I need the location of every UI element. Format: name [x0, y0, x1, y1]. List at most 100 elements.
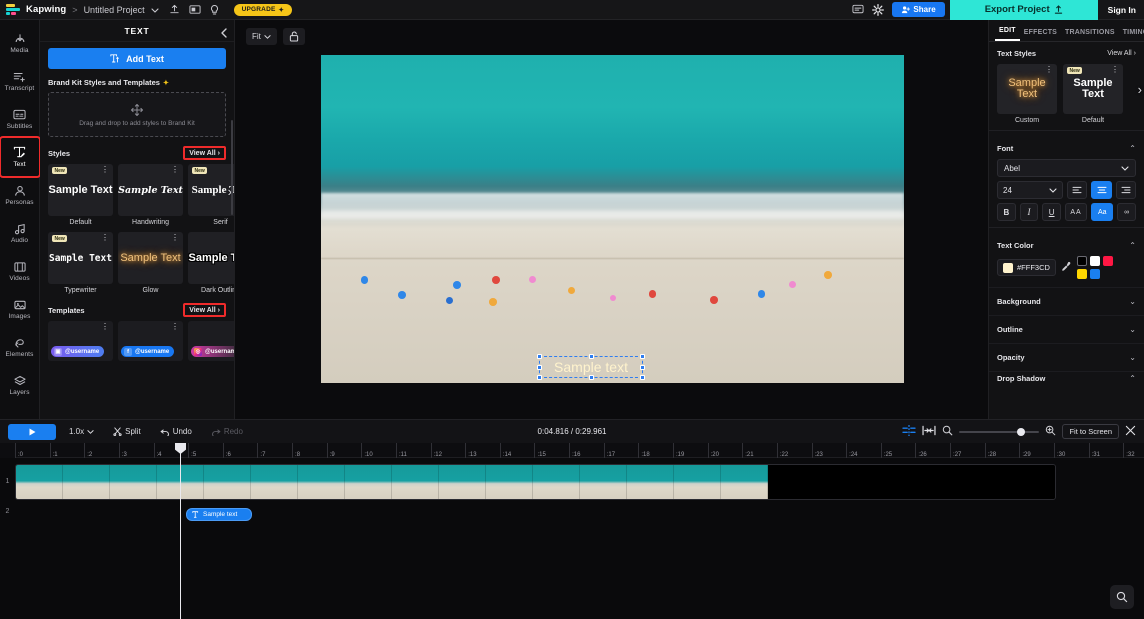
share-button[interactable]: Share — [892, 2, 945, 17]
sidebar-item-text[interactable]: Text — [0, 136, 41, 178]
resize-handle-top-left[interactable] — [537, 354, 542, 359]
style-thumbnail[interactable]: New ⋮ Sample Text — [48, 164, 113, 216]
brand-name[interactable]: Kapwing — [26, 4, 66, 15]
canvas-text-element[interactable]: Sample text — [537, 354, 645, 380]
sidebar-item-personas[interactable]: Personas — [1, 176, 39, 214]
style-thumbnail[interactable]: Sample Text — [188, 232, 234, 284]
zoom-slider-knob[interactable] — [1017, 427, 1026, 436]
upgrade-button[interactable]: UPGRADE ✦ — [233, 3, 293, 16]
text-styles-next-arrow-icon[interactable]: › — [1138, 82, 1142, 97]
chevron-down-icon[interactable]: ⌄ — [1129, 353, 1136, 362]
line-height-icon[interactable]: ∞ — [1117, 203, 1136, 221]
resize-handle-bottom-center[interactable] — [588, 375, 594, 380]
resize-handle-top-right[interactable] — [640, 354, 645, 359]
lightbulb-icon[interactable] — [205, 0, 225, 20]
kebab-menu-icon[interactable]: ⋮ — [171, 234, 179, 242]
chevron-up-icon[interactable]: ⌃ — [1129, 241, 1136, 250]
playback-speed-dropdown[interactable]: 1.0x — [63, 424, 100, 440]
undo-button[interactable]: Undo — [154, 424, 198, 440]
style-card[interactable]: ⋮ Sample Text Handwriting — [118, 164, 183, 226]
template-card[interactable]: ⋮ ▣ @username — [48, 321, 113, 361]
text-styles-view-all-button[interactable]: View All › — [1107, 50, 1136, 57]
styles-view-all-button[interactable]: View All › — [183, 146, 226, 160]
sign-in-link[interactable]: Sign In — [1108, 5, 1136, 15]
template-thumbnail[interactable]: ⋮ f @username — [118, 321, 183, 361]
presentation-icon[interactable] — [185, 0, 205, 20]
text-case-icon[interactable]: Aa — [1091, 203, 1114, 221]
style-thumbnail[interactable]: ⋮ Sample Text — [118, 232, 183, 284]
text-style-card[interactable]: ⋮ Sample Text Custom — [997, 64, 1057, 124]
style-card[interactable]: Sample Text Dark Outline — [188, 232, 234, 294]
style-card[interactable]: New ⋮ Sample Text Typewriter — [48, 232, 113, 294]
sidebar-item-audio[interactable]: Audio — [1, 214, 39, 252]
upload-icon[interactable] — [165, 0, 185, 20]
zoom-fit-dropdown[interactable]: Fit — [246, 28, 277, 45]
export-project-button[interactable]: Export Project — [949, 0, 1098, 20]
chevron-up-icon[interactable]: ⌃ — [1129, 144, 1136, 153]
kebab-menu-icon[interactable]: ⋮ — [1111, 66, 1119, 74]
align-center-icon[interactable] — [1091, 181, 1112, 199]
kebab-menu-icon[interactable]: ⋮ — [101, 323, 109, 331]
sidebar-item-transcript[interactable]: Transcript — [1, 62, 39, 100]
outline-section[interactable]: Outline ⌄ — [989, 315, 1144, 343]
align-left-icon[interactable] — [1067, 181, 1088, 199]
bold-icon[interactable]: B — [997, 203, 1016, 221]
sidebar-item-videos[interactable]: Videos — [1, 252, 39, 290]
swatch-yellow[interactable] — [1076, 269, 1087, 279]
kebab-menu-icon[interactable]: ⋮ — [171, 323, 179, 331]
comment-icon[interactable] — [848, 0, 868, 20]
style-thumbnail[interactable]: New ⋮ Sample Text — [48, 232, 113, 284]
templates-view-all-button[interactable]: View All › — [183, 303, 226, 317]
play-button[interactable] — [8, 423, 56, 440]
playhead[interactable] — [175, 443, 186, 619]
font-section-header[interactable]: Font ⌃ — [989, 137, 1144, 159]
video-clip[interactable] — [15, 464, 1056, 500]
opacity-section[interactable]: Opacity ⌄ — [989, 343, 1144, 371]
zoom-slider[interactable] — [959, 427, 1040, 436]
fit-clips-icon[interactable] — [922, 423, 937, 441]
kebab-menu-icon[interactable]: ⋮ — [171, 166, 179, 174]
background-section[interactable]: Background ⌄ — [989, 287, 1144, 315]
zoom-out-icon[interactable] — [942, 423, 953, 441]
tab-edit[interactable]: EDIT — [995, 27, 1020, 41]
tab-transitions[interactable]: TRANSITIONS — [1061, 29, 1119, 41]
zoom-in-icon[interactable] — [1045, 423, 1056, 441]
project-name[interactable]: Untitled Project — [84, 5, 145, 15]
kapwing-logo-icon[interactable] — [6, 4, 21, 15]
video-canvas[interactable]: Sample text — [321, 55, 904, 383]
resize-handle-left[interactable] — [537, 364, 542, 370]
chevron-down-icon[interactable]: ⌄ — [1129, 297, 1136, 306]
kebab-menu-icon[interactable]: ⋮ — [101, 234, 109, 242]
snap-to-playhead-icon[interactable] — [902, 423, 917, 441]
font-size-select[interactable]: 24 — [997, 181, 1064, 199]
drop-shadow-section[interactable]: Drop Shadow ⌃ — [989, 371, 1144, 385]
text-style-thumbnail[interactable]: New ⋮ Sample Text — [1063, 64, 1123, 114]
sidebar-item-media[interactable]: Media — [1, 24, 39, 62]
swatch-blue[interactable] — [1089, 269, 1100, 279]
style-thumbnail[interactable]: ⋮ Sample Text — [118, 164, 183, 216]
brand-kit-dropzone[interactable]: Drag and drop to add styles to Brand Kit — [48, 92, 226, 137]
panel-scrollbar[interactable] — [231, 120, 233, 215]
template-card[interactable]: ⋮ f @username — [118, 321, 183, 361]
underline-icon[interactable]: U — [1042, 203, 1061, 221]
text-clip[interactable]: Sample text — [186, 508, 252, 521]
tab-timing[interactable]: TIMING — [1119, 29, 1144, 41]
kebab-menu-icon[interactable]: ⋮ — [101, 166, 109, 174]
sidebar-item-subtitles[interactable]: Subtitles — [1, 100, 39, 138]
tab-effects[interactable]: EFFECTS — [1020, 29, 1061, 41]
split-button[interactable]: Split — [107, 424, 147, 440]
chevron-up-icon[interactable]: ⌃ — [1129, 374, 1136, 383]
resize-handle-bottom-left[interactable] — [537, 375, 542, 380]
font-family-select[interactable]: Abel — [997, 159, 1136, 177]
text-style-card[interactable]: New ⋮ Sample Text Default — [1063, 64, 1123, 124]
swatch-red[interactable] — [1102, 256, 1113, 266]
sidebar-item-layers[interactable]: Layers — [1, 366, 39, 404]
search-button[interactable] — [1110, 585, 1134, 609]
collapse-panel-icon[interactable] — [220, 25, 228, 43]
resize-handle-right[interactable] — [640, 364, 645, 370]
italic-icon[interactable]: I — [1019, 203, 1039, 221]
kebab-menu-icon[interactable]: ⋮ — [1045, 66, 1053, 74]
timeline-ruler[interactable]: :0:1:2:3:4:5:6:7:8:9:10:11:12:13:14:15:1… — [0, 443, 1144, 458]
text-style-thumbnail[interactable]: ⋮ Sample Text — [997, 64, 1057, 114]
chevron-down-icon[interactable]: ⌄ — [1129, 325, 1136, 334]
